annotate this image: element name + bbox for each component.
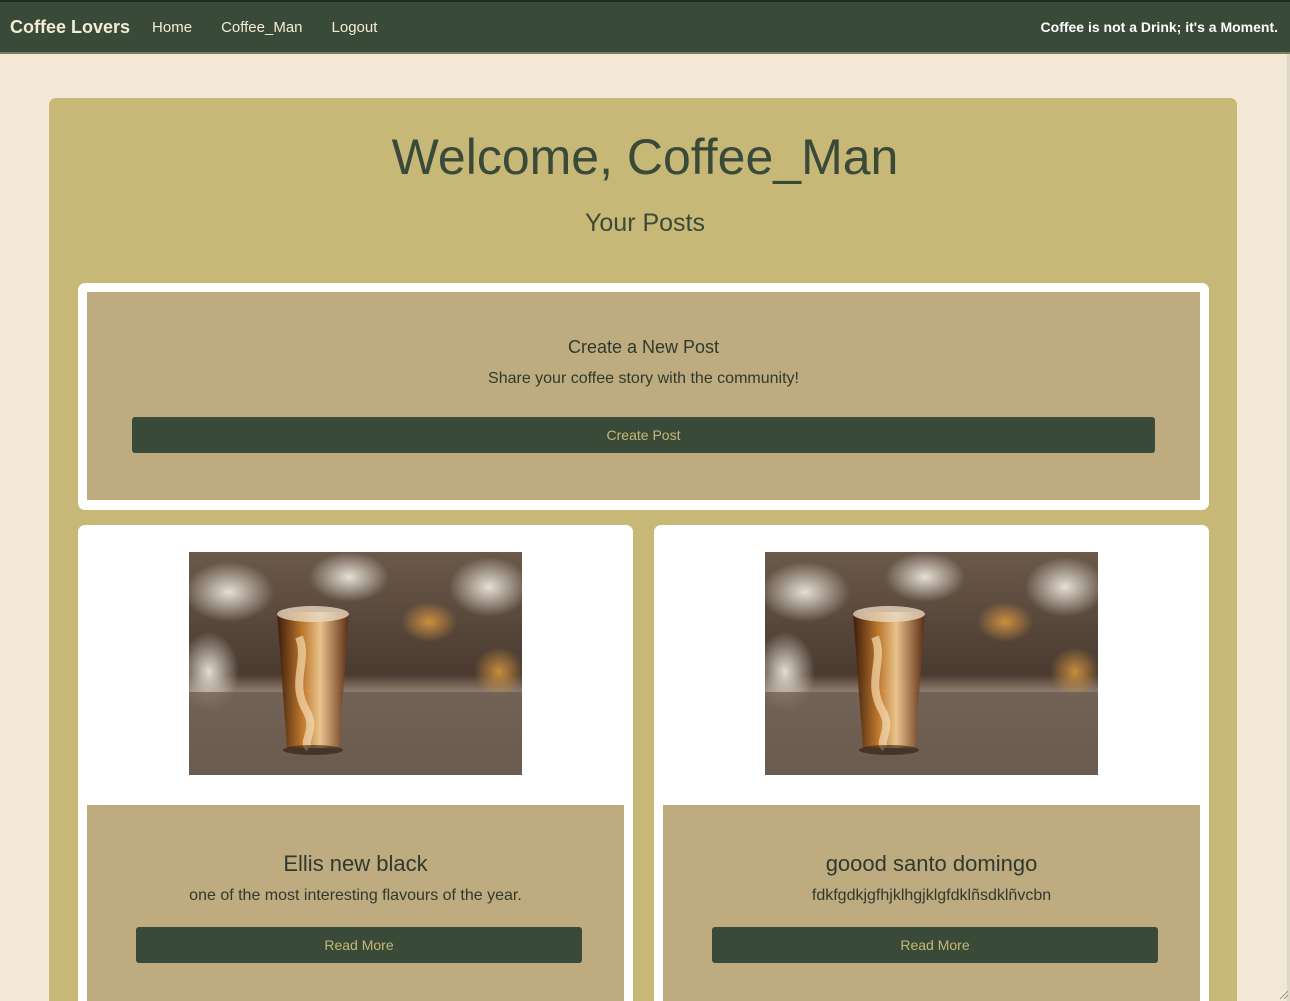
post-description: one of the most interesting flavours of …	[189, 887, 522, 904]
post-body: goood santo domingo fdkfgdkjgfhjklhgjklg…	[663, 805, 1200, 1001]
page-title: Welcome, Coffee_Man	[391, 129, 899, 185]
post-title: goood santo domingo	[825, 851, 1038, 876]
navbar-tagline: Coffee is not a Drink; it's a Moment.	[1040, 19, 1278, 35]
post-title: Ellis new black	[283, 851, 428, 876]
post-card: goood santo domingo fdkfgdkjgfhjklhgjklg…	[654, 525, 1209, 1001]
create-post-description: Share your coffee story with the communi…	[488, 370, 799, 387]
section-title: Your Posts	[585, 209, 705, 237]
read-more-button[interactable]: Read More	[136, 927, 582, 963]
post-description: fdkfgdkjgfhjklhgjklgfdklñsdklñvcbn	[811, 887, 1052, 904]
create-post-button[interactable]: Create Post	[132, 417, 1155, 453]
read-more-button[interactable]: Read More	[712, 927, 1158, 963]
post-body: Ellis new black one of the most interest…	[87, 805, 624, 1001]
post-image	[189, 552, 522, 775]
nav-link-home[interactable]: Home	[152, 19, 192, 36]
nav-link-logout[interactable]: Logout	[332, 19, 378, 36]
post-card: Ellis new black one of the most interest…	[78, 525, 633, 1001]
create-post-title: Create a New Post	[567, 337, 720, 357]
top-navbar: Coffee Lovers Home Coffee_Man Logout Cof…	[0, 0, 1290, 54]
post-image	[765, 552, 1098, 775]
iced-coffee-image-icon	[765, 552, 1098, 775]
create-post-card: Create a New Post Share your coffee stor…	[78, 283, 1209, 510]
brand-logo-link[interactable]: Coffee Lovers	[10, 17, 130, 38]
nav-link-profile[interactable]: Coffee_Man	[221, 19, 302, 36]
iced-coffee-image-icon	[189, 552, 522, 775]
create-post-body: Create a New Post Share your coffee stor…	[87, 292, 1200, 500]
resize-grip-icon[interactable]	[1277, 988, 1289, 1000]
